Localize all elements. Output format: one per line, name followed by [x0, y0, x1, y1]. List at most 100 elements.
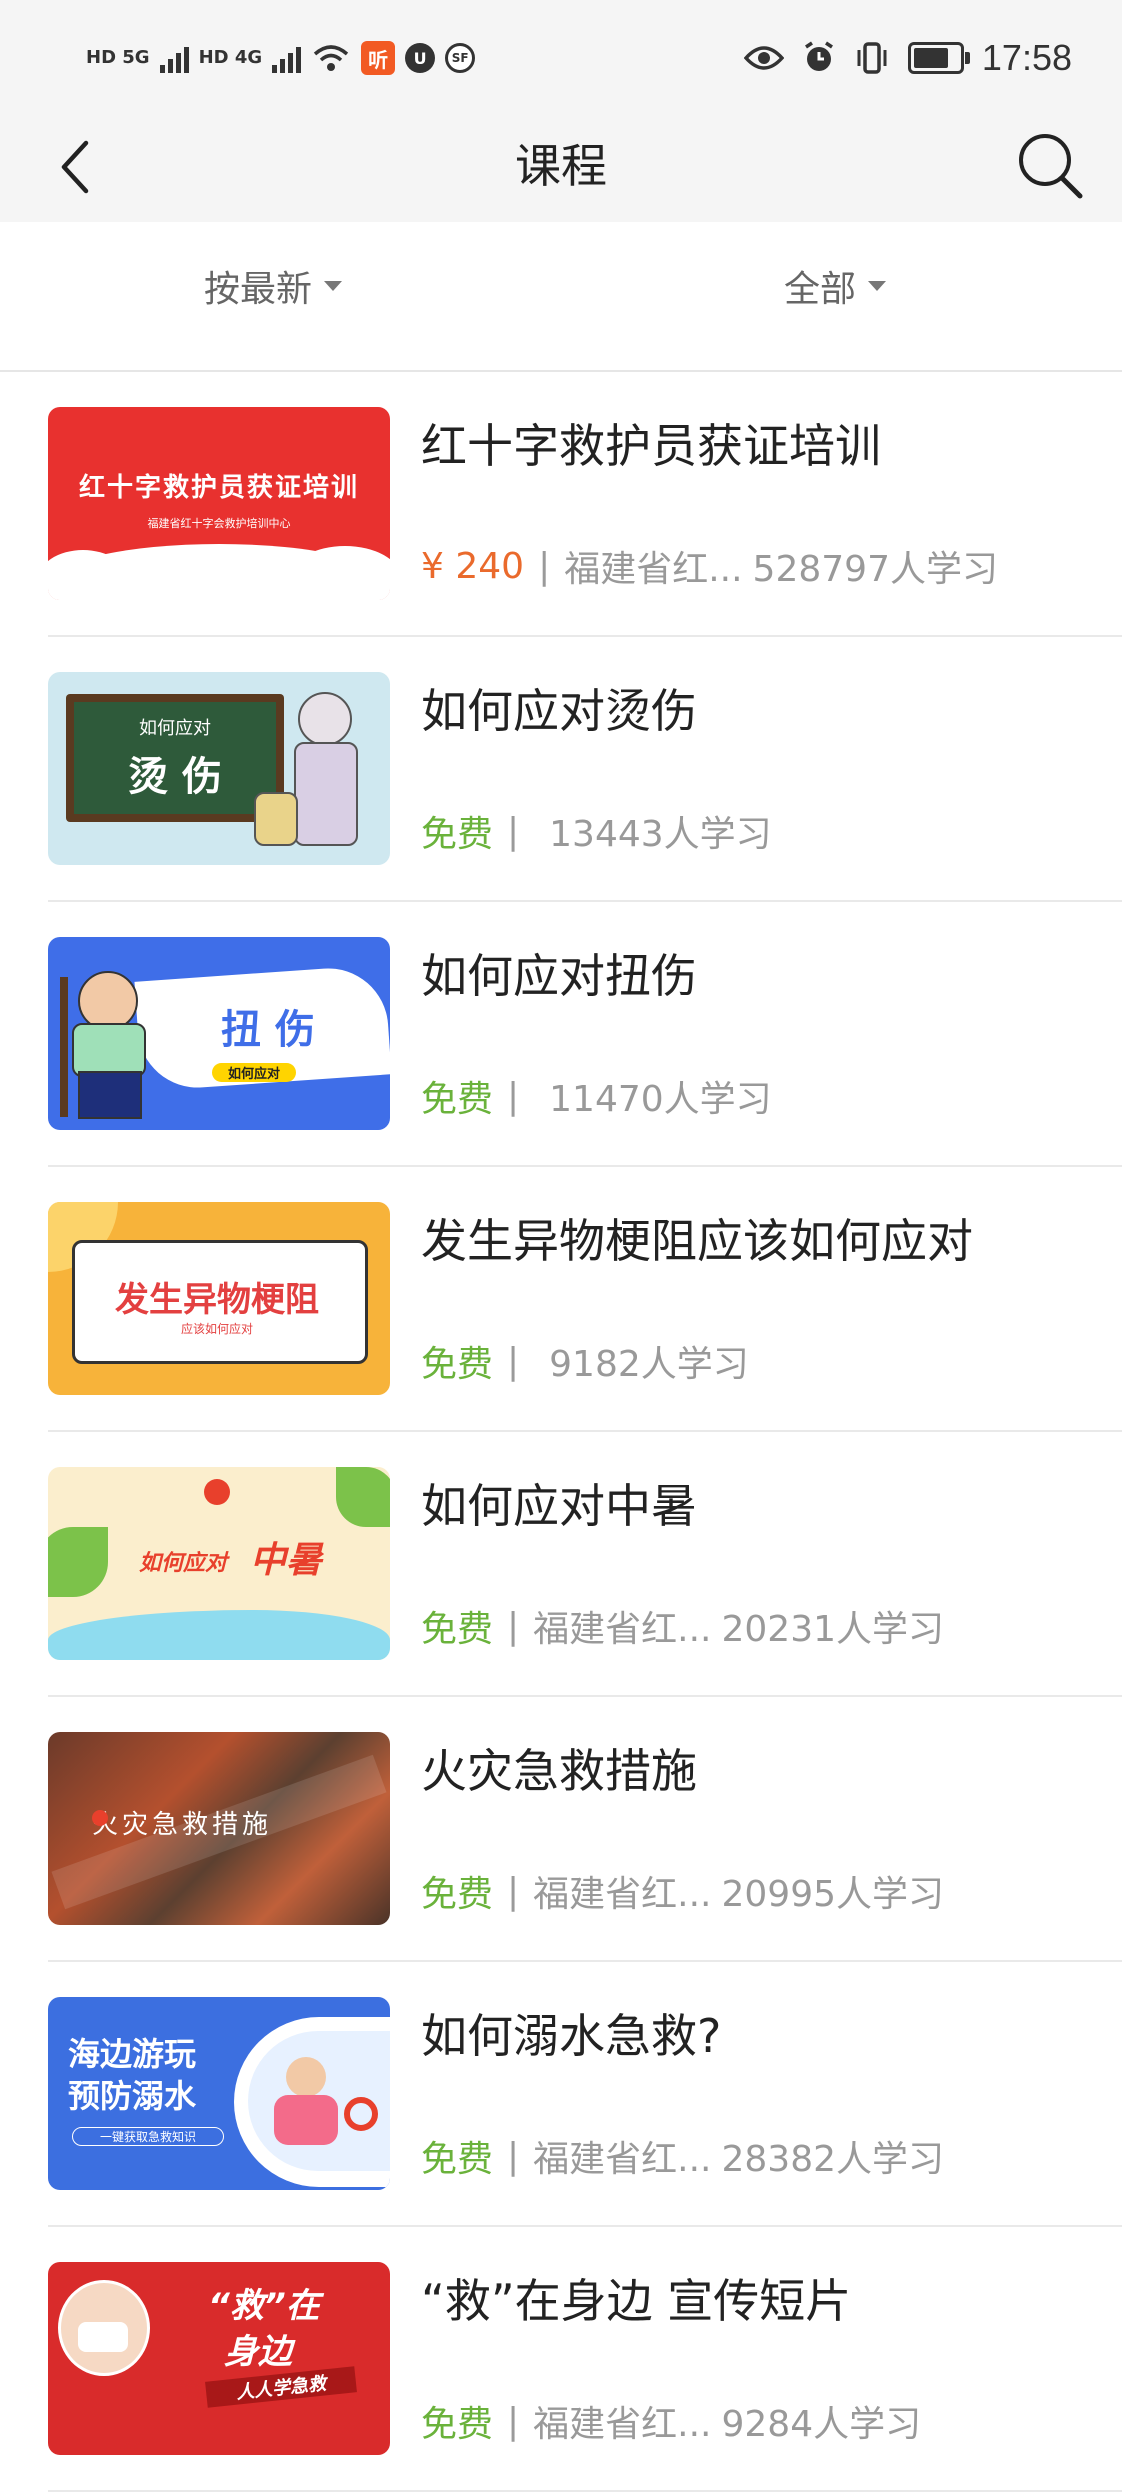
- course-org: 福建省红...: [533, 1874, 712, 1915]
- caret-down-icon: [324, 281, 343, 291]
- meta-divider: |: [507, 810, 520, 852]
- course-price: 免费: [421, 1609, 494, 1650]
- course-item[interactable]: 发生异物梗阻 应该如何应对 发生异物梗阻应该如何应对 免费 | 9182人学习: [0, 1167, 1122, 1432]
- course-price: 免费: [421, 2139, 494, 2180]
- course-learners: 9284人学习: [721, 2404, 922, 2445]
- course-title: “救”在身边 宣传短片: [421, 2274, 852, 2328]
- course-thumbnail: 发生异物梗阻 应该如何应对: [48, 1202, 390, 1395]
- thumbnail-title: 火灾急救措施: [92, 1810, 273, 1840]
- thumbnail-subtitle: 预防溺水: [68, 2077, 197, 2115]
- course-item[interactable]: 红十字救护员获证培训 福建省红十字会救护培训中心 红十字救护员获证培训 ¥ 24…: [0, 372, 1122, 637]
- course-learners: 528797人学习: [752, 549, 998, 590]
- sf-app-icon: SF: [445, 43, 476, 73]
- course-list: 红十字救护员获证培训 福建省红十字会救护培训中心 红十字救护员获证培训 ¥ 24…: [0, 372, 1122, 2492]
- course-item[interactable]: 如何应对 烫 伤 如何应对烫伤 免费 | 13443人学习: [0, 637, 1122, 902]
- status-time: 17:58: [981, 37, 1072, 78]
- course-price: 免费: [421, 1079, 494, 1120]
- category-dropdown-label: 全部: [784, 269, 857, 310]
- course-title: 如何应对烫伤: [421, 684, 697, 738]
- search-button[interactable]: [1008, 124, 1092, 208]
- course-item[interactable]: 如何应对 中暑 如何应对中暑 免费 | 福建省红... 20231人学习: [0, 1432, 1122, 1697]
- signal-icon: [159, 43, 189, 73]
- course-item[interactable]: 扭 伤 如何应对 如何应对扭伤 免费 | 11470人学习: [0, 902, 1122, 1167]
- sort-dropdown-label: 按最新: [204, 269, 313, 310]
- course-item[interactable]: 海边游玩 预防溺水 一键获取急救知识 如何溺水急救? 免费 | 福建省红... …: [0, 1962, 1122, 2227]
- course-title: 如何应对中暑: [421, 1479, 697, 1533]
- course-meta: 免费 | 福建省红... 28382人学习: [421, 2130, 944, 2182]
- course-meta: 免费 | 福建省红... 9284人学习: [421, 2395, 921, 2447]
- status-right: 17:58: [743, 30, 1072, 86]
- signal-icon-2: [272, 43, 302, 73]
- course-learners: 20231人学习: [721, 1609, 945, 1650]
- vibrate-icon: [857, 42, 887, 74]
- eye-icon: [743, 46, 784, 70]
- course-price: 免费: [421, 1344, 494, 1385]
- listen-app-icon: 听: [361, 41, 396, 75]
- course-title: 发生异物梗阻应该如何应对: [421, 1214, 973, 1268]
- course-thumbnail: 如何应对 中暑: [48, 1467, 390, 1660]
- filter-bar: 按最新 全部: [0, 222, 1122, 372]
- course-thumbnail: 火灾急救措施: [48, 1732, 390, 1925]
- course-item[interactable]: 火灾急救措施 火灾急救措施 免费 | 福建省红... 20995人学习: [0, 1697, 1122, 1962]
- wifi-icon: [314, 45, 349, 71]
- course-learners: 11470人学习: [549, 1079, 772, 1120]
- thumbnail-title: “救”在: [208, 2286, 320, 2326]
- meta-divider: |: [507, 2400, 520, 2442]
- course-price: 免费: [421, 1874, 494, 1915]
- course-org: 福建省红...: [533, 1609, 712, 1650]
- thumbnail-subtitle: 如何应对: [139, 718, 211, 739]
- course-meta: 免费 | 9182人学习: [421, 1335, 749, 1387]
- meta-divider: |: [507, 1340, 520, 1382]
- chevron-left-icon: [61, 140, 89, 194]
- course-item[interactable]: “救”在 身边 人人学急救 “救”在身边 宣传短片 免费 | 福建省红... 9…: [0, 2227, 1122, 2492]
- course-learners: 20995人学习: [721, 1874, 945, 1915]
- meta-divider: |: [507, 1075, 520, 1117]
- course-org: 福建省红...: [564, 549, 743, 590]
- battery-icon: [907, 42, 970, 74]
- alarm-icon: [804, 41, 833, 71]
- caret-down-icon: [868, 281, 887, 291]
- thumbnail-subtitle: 应该如何应对: [180, 1322, 253, 1336]
- network-4g-label: HD 4G: [198, 47, 263, 68]
- thumbnail-tagline: 一键获取急救知识: [72, 2127, 224, 2146]
- nav-bar: 课程: [0, 110, 1122, 222]
- sort-dropdown[interactable]: 按最新: [204, 256, 343, 316]
- course-org: 福建省红...: [533, 2139, 712, 2180]
- thumbnail-subtitle: 福建省红十字会救护培训中心: [147, 517, 291, 530]
- course-meta: ¥ 240 | 福建省红... 528797人学习: [421, 540, 998, 592]
- course-learners: 28382人学习: [721, 2139, 945, 2180]
- thumbnail-title: 烫 伤: [128, 754, 222, 800]
- thumbnail-subtitle: 如何应对: [138, 1551, 227, 1576]
- thumbnail-title: 海边游玩: [68, 2035, 197, 2073]
- thumbnail-title: 中暑: [249, 1540, 322, 1581]
- thumbnail-title: 红十字救护员获证培训: [78, 473, 359, 503]
- course-title: 如何应对扭伤: [421, 949, 697, 1003]
- thumbnail-subtitle: 身边: [224, 2332, 292, 2372]
- course-thumbnail: 扭 伤 如何应对: [48, 937, 390, 1130]
- course-thumbnail: “救”在 身边 人人学急救: [48, 2262, 390, 2455]
- category-dropdown[interactable]: 全部: [784, 256, 887, 316]
- status-left: HD 5G HD 4G 听 U SF: [86, 30, 476, 86]
- page-title: 课程: [515, 139, 607, 193]
- course-thumbnail: 海边游玩 预防溺水 一键获取急救知识: [48, 1997, 390, 2190]
- course-org: 福建省红...: [533, 2404, 712, 2445]
- meta-divider: |: [507, 1870, 520, 1912]
- course-thumbnail: 红十字救护员获证培训 福建省红十字会救护培训中心: [48, 407, 390, 600]
- app-notification-icon: U: [405, 43, 436, 73]
- meta-divider: |: [507, 1605, 520, 1647]
- course-price: 免费: [421, 814, 494, 855]
- thumbnail-subtitle: 如何应对: [212, 1063, 296, 1082]
- course-learners: 13443人学习: [549, 814, 772, 855]
- course-price: 免费: [421, 2404, 494, 2445]
- course-meta: 免费 | 11470人学习: [421, 1070, 772, 1122]
- course-meta: 免费 | 13443人学习: [421, 805, 772, 857]
- course-thumbnail: 如何应对 烫 伤: [48, 672, 390, 865]
- meta-divider: |: [507, 2135, 520, 2177]
- course-title: 红十字救护员获证培训: [421, 419, 881, 473]
- course-learners: 9182人学习: [549, 1344, 749, 1385]
- search-icon: [1019, 134, 1083, 199]
- course-meta: 免费 | 福建省红... 20995人学习: [421, 1865, 944, 1917]
- course-price: ¥ 240: [421, 545, 525, 587]
- back-button[interactable]: [40, 132, 110, 202]
- network-5g-label: HD 5G: [86, 47, 150, 68]
